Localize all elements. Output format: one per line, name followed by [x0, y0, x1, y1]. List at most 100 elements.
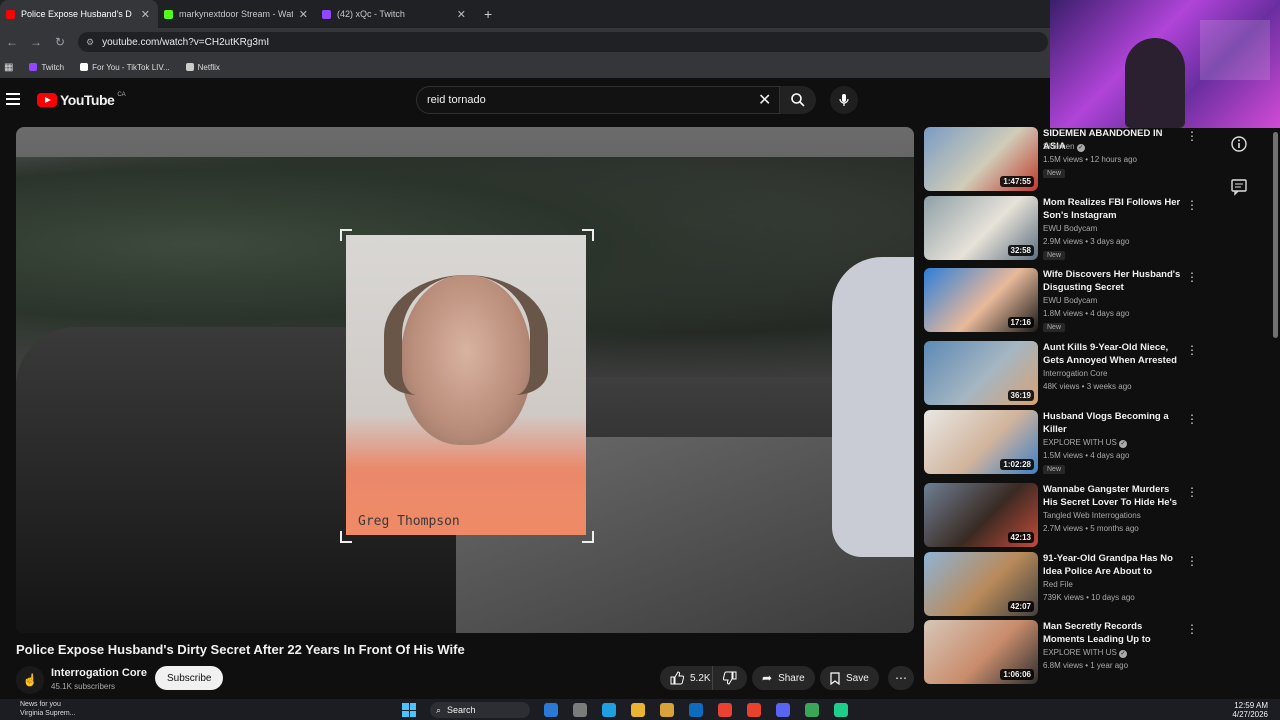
taskbar-app-icon[interactable]	[805, 703, 819, 717]
taskbar-app-icon[interactable]	[631, 703, 645, 717]
more-options-icon[interactable]: ⋮	[1186, 343, 1198, 357]
video-thumbnail[interactable]: 1:47:55	[924, 127, 1038, 191]
recommended-channel[interactable]: EXPLORE WITH US ✓	[1043, 648, 1128, 658]
new-badge: New	[1043, 465, 1066, 474]
taskbar-app-icon[interactable]	[776, 703, 790, 717]
recommended-video[interactable]: 17:16 Wife Discovers Her Husband's Disgus…	[924, 268, 1254, 334]
taskbar-app-icon[interactable]	[718, 703, 732, 717]
more-options-icon[interactable]: ⋮	[1186, 412, 1198, 426]
taskbar-app-icon[interactable]	[544, 703, 558, 717]
browser-tab[interactable]: (42) xQc - Twitch ✕	[316, 0, 474, 28]
scrollbar-thumb[interactable]	[1273, 132, 1278, 338]
recommended-channel-name: Sidemen	[1043, 142, 1075, 151]
recommended-video-title[interactable]: Aunt Kills 9-Year-Old Niece, Gets Annoye…	[1043, 341, 1181, 367]
video-thumbnail[interactable]: 17:16	[924, 268, 1038, 332]
video-officer	[832, 257, 914, 557]
bookmark-item[interactable]: For You - TikTok LIV...	[80, 63, 170, 72]
site-info-icon[interactable]: ⚙	[86, 37, 94, 48]
forward-icon[interactable]: →	[24, 35, 48, 49]
close-tab-icon[interactable]: ✕	[457, 8, 466, 21]
taskbar-app-icon[interactable]	[660, 703, 674, 717]
more-options-icon[interactable]: ⋮	[1186, 554, 1198, 568]
recommended-channel-name: Tangled Web Interrogations	[1043, 511, 1141, 520]
recommended-meta: 739K views • 10 days ago	[1043, 593, 1135, 602]
video-title: Police Expose Husband's Dirty Secret Aft…	[16, 642, 465, 657]
recommended-video[interactable]: 42:13 Wannabe Gangster Murders His Secret…	[924, 483, 1254, 549]
address-bar[interactable]: ⚙ youtube.com/watch?v=CH2utKRg3mI	[78, 32, 1048, 52]
search-input[interactable]: reid tornado	[416, 86, 780, 114]
taskbar-app-icon[interactable]	[689, 703, 703, 717]
verified-icon: ✓	[1119, 440, 1128, 448]
recommended-video[interactable]: 42:07 91-Year-Old Grandpa Has No Idea Pol…	[924, 552, 1254, 618]
apps-grid-icon[interactable]: ▦	[4, 62, 13, 73]
video-thumbnail[interactable]: 32:58	[924, 196, 1038, 260]
more-options-icon[interactable]: ⋮	[1186, 485, 1198, 499]
recommended-meta: 1.5M views • 4 days ago	[1043, 451, 1130, 460]
taskbar-search[interactable]: ⌕ Search	[430, 702, 530, 718]
recommended-channel-name: EWU Bodycam	[1043, 224, 1098, 233]
recommended-video-title[interactable]: Mom Realizes FBI Follows Her Son's Insta…	[1043, 196, 1181, 222]
recommended-video[interactable]: 1:47:55 SIDEMEN ABANDONED IN ASIA Sidemen …	[924, 127, 1254, 193]
recommended-channel[interactable]: EWU Bodycam	[1043, 224, 1097, 233]
share-button[interactable]: ➦ Share	[752, 666, 815, 690]
recommended-channel[interactable]: Interrogation Core	[1043, 369, 1107, 378]
more-options-icon[interactable]: ⋮	[1186, 129, 1198, 143]
video-thumbnail[interactable]: 1:06:06	[924, 620, 1038, 684]
reload-icon[interactable]: ↻	[48, 35, 72, 49]
page-scrollbar[interactable]	[1272, 128, 1280, 693]
recommended-video-title[interactable]: 91-Year-Old Grandpa Has No Idea Police A…	[1043, 552, 1181, 578]
more-options-icon[interactable]: ⋮	[1186, 622, 1198, 636]
youtube-logo[interactable]: YouTube CA	[37, 92, 126, 108]
recommended-video[interactable]: 36:19 Aunt Kills 9-Year-Old Niece, Gets A…	[924, 341, 1254, 407]
news-widget[interactable]: News for you Virginia Suprem...	[4, 700, 76, 718]
new-tab-button[interactable]: +	[484, 0, 492, 28]
subscribe-button[interactable]: Subscribe	[155, 666, 224, 690]
recommended-channel[interactable]: Sidemen ✓	[1043, 142, 1085, 152]
taskbar-app-icon[interactable]	[573, 703, 587, 717]
more-options-icon[interactable]: ⋮	[1186, 198, 1198, 212]
more-actions-button[interactable]: ⋯	[888, 666, 914, 690]
channel-name[interactable]: Interrogation Core	[51, 667, 147, 679]
hamburger-menu-icon[interactable]	[6, 93, 20, 105]
voice-search-button[interactable]	[830, 86, 858, 114]
recommended-video[interactable]: 32:58 Mom Realizes FBI Follows Her Son's …	[924, 196, 1254, 262]
system-clock[interactable]: 12:59 AM 4/27/2026	[1232, 701, 1268, 719]
taskbar-app-icon[interactable]	[834, 703, 848, 717]
save-label: Save	[846, 672, 869, 684]
recommended-video-title[interactable]: Wannabe Gangster Murders His Secret Love…	[1043, 483, 1181, 509]
save-button[interactable]: Save	[820, 666, 879, 690]
like-button[interactable]: 5.2K	[660, 666, 719, 690]
taskbar-app-icon[interactable]	[602, 703, 616, 717]
video-thumbnail[interactable]: 42:07	[924, 552, 1038, 616]
recommended-channel[interactable]: EXPLORE WITH US ✓	[1043, 438, 1128, 448]
browser-tab[interactable]: markynextdoor Stream - Watch ✕	[158, 0, 316, 28]
recommended-video-title[interactable]: Husband Vlogs Becoming a Killer	[1043, 410, 1181, 436]
video-thumbnail[interactable]: 42:13	[924, 483, 1038, 547]
video-player[interactable]: Greg Thompson	[16, 127, 914, 633]
more-options-icon[interactable]: ⋮	[1186, 270, 1198, 284]
recommended-channel[interactable]: Red File	[1043, 580, 1073, 589]
bookmark-item[interactable]: Twitch	[29, 63, 64, 72]
tab-favicon-icon	[6, 9, 15, 19]
tab-title: markynextdoor Stream - Watch	[179, 9, 293, 19]
close-tab-icon[interactable]: ✕	[141, 8, 150, 21]
recommended-video[interactable]: 1:02:28 Husband Vlogs Becoming a Killer EX…	[924, 410, 1254, 476]
recommended-video-title[interactable]: Wife Discovers Her Husband's Disgusting …	[1043, 268, 1181, 294]
back-icon[interactable]: ←	[0, 35, 24, 49]
dislike-button[interactable]	[712, 666, 747, 690]
windows-start-icon[interactable]	[402, 703, 416, 717]
recommended-channel[interactable]: Tangled Web Interrogations	[1043, 511, 1141, 520]
clear-search-icon[interactable]: ✕	[758, 90, 771, 110]
video-thumbnail[interactable]: 1:02:28	[924, 410, 1038, 474]
close-tab-icon[interactable]: ✕	[299, 8, 308, 21]
recommended-meta: 2.9M views • 3 days ago	[1043, 237, 1130, 246]
channel-avatar[interactable]: ☝	[16, 666, 44, 694]
video-thumbnail[interactable]: 36:19	[924, 341, 1038, 405]
bookmark-item[interactable]: Netflix	[185, 63, 220, 72]
search-button[interactable]	[780, 86, 816, 114]
recommended-channel[interactable]: EWU Bodycam	[1043, 296, 1097, 305]
recommended-video[interactable]: 1:06:06 Man Secretly Records Moments Lead…	[924, 620, 1254, 686]
taskbar-app-icon[interactable]	[747, 703, 761, 717]
browser-tab[interactable]: Police Expose Husband's D ✕	[0, 0, 158, 28]
recommended-video-title[interactable]: Man Secretly Records Moments Leading Up …	[1043, 620, 1181, 646]
